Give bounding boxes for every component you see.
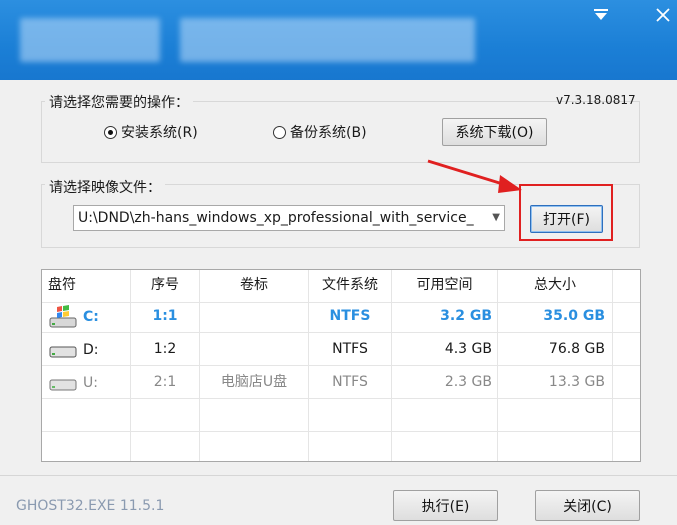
free-space: 2.3 GB [392,366,498,399]
filesystem: NTFS [309,333,392,366]
column-header-filesystem[interactable]: 文件系统 [309,270,392,303]
table-empty-row [42,399,640,432]
drive-letter: C: [83,308,99,325]
free-space: 3.2 GB [392,300,498,333]
red-arrow-annotation [427,159,522,193]
column-header-total[interactable]: 总大小 [498,270,613,303]
blurred-logo [20,18,160,62]
table-row[interactable]: D: 1:2 NTFS 4.3 GB 76.8 GB [42,333,640,366]
radio-checked-icon [104,125,117,139]
footer-divider [0,475,677,476]
status-label: GHOST32.EXE 11.5.1 [16,498,165,514]
radio-unchecked-icon [273,125,286,139]
volume-label [200,333,309,366]
column-header-label[interactable]: 卷标 [200,270,309,303]
install-radio[interactable]: 安装系统(R) [104,122,198,142]
drive-letter: D: [83,341,99,358]
filesystem: NTFS [309,366,392,399]
free-space: 4.3 GB [392,333,498,366]
column-header-free[interactable]: 可用空间 [392,270,498,303]
backup-radio[interactable]: 备份系统(B) [273,122,367,142]
backup-radio-label: 备份系统(B) [290,125,367,141]
volume-label: 电脑店U盘 [200,366,309,399]
image-path-value: U:\DND\zh-hans_windows_xp_professional_w… [78,210,474,226]
filesystem: NTFS [309,300,392,333]
chevron-down-icon: ▼ [492,212,500,223]
hard-drive-icon [49,379,77,390]
partition-index: 1:1 [131,300,200,333]
table-empty-row [42,432,640,461]
partition-table: 盘符 序号 卷标 文件系统 可用空间 总大小 C: 1:1 NTFS 3.2 G… [41,269,641,462]
volume-label [200,300,309,333]
system-download-button[interactable]: 系统下载(O) [442,118,547,146]
execute-button[interactable]: 执行(E) [393,490,498,521]
table-row[interactable]: U: 2:1 电脑店U盘 NTFS 2.3 GB 13.3 GB [42,366,640,399]
column-header-drive[interactable]: 盘符 [42,270,131,303]
column-header-index[interactable]: 序号 [131,270,200,303]
table-header-row: 盘符 序号 卷标 文件系统 可用空间 总大小 [42,270,640,303]
operation-group-label: 请选择您需要的操作： [45,92,193,112]
install-radio-label: 安装系统(R) [121,125,198,141]
drive-letter: U: [83,374,98,391]
hard-drive-icon [49,346,77,357]
close-button[interactable]: 关闭(C) [535,490,640,521]
close-icon[interactable] [652,4,674,26]
windows-drive-icon [49,304,77,327]
partition-index: 2:1 [131,366,200,399]
image-path-select[interactable]: U:\DND\zh-hans_windows_xp_professional_w… [73,205,505,231]
table-row[interactable]: C: 1:1 NTFS 3.2 GB 35.0 GB [42,300,640,333]
total-size: 13.3 GB [498,366,613,399]
version-label: v7.3.18.0817 [556,93,636,107]
open-button[interactable]: 打开(F) [530,205,603,233]
chevron-down-icon[interactable] [590,4,612,26]
blurred-title [180,18,475,62]
total-size: 76.8 GB [498,333,613,366]
partition-index: 1:2 [131,333,200,366]
title-bar [0,0,677,80]
image-file-group-label: 请选择映像文件： [45,177,165,197]
total-size: 35.0 GB [498,300,613,333]
